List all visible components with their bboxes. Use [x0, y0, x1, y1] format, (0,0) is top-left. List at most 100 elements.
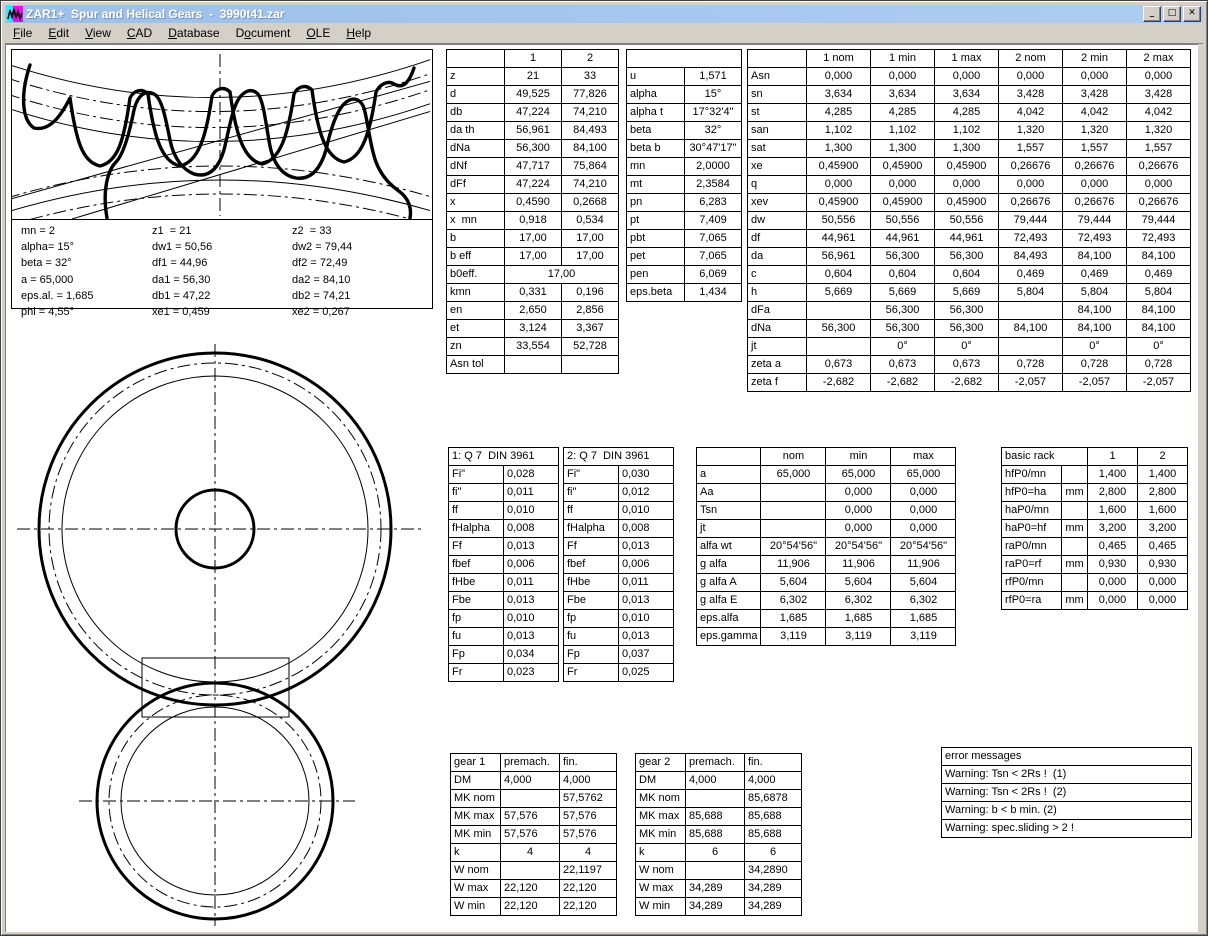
close-button[interactable]: ✕ — [1183, 6, 1201, 22]
tooth-mesh-drawing — [12, 50, 430, 219]
table-cell: 2 — [562, 50, 619, 68]
app-icon[interactable] — [7, 6, 23, 22]
table-cell: c — [748, 266, 807, 284]
table-cell: raP0/mn — [1002, 538, 1062, 556]
table-cell: 0,000 — [891, 502, 956, 520]
table-row: a = 65,000da1 = 56,30da2 = 84,10 — [20, 272, 431, 288]
table-row: phi = 4,55°xe1 = 0,459xe2 = 0,267 — [20, 304, 431, 320]
minimize-button[interactable]: _ — [1143, 6, 1161, 22]
table-cell: W max — [451, 880, 501, 898]
table-cell: Asn tol — [447, 356, 505, 374]
table-cell: 56,300 — [807, 320, 871, 338]
table-cell: mn = 2 — [20, 223, 151, 239]
menu-item-help[interactable]: Help — [338, 24, 379, 42]
table-cell: 0,331 — [505, 284, 562, 302]
table-cell: 0,26676 — [999, 194, 1063, 212]
table-cell: 34,289 — [686, 898, 745, 916]
table-row: W min34,28934,289 — [636, 898, 802, 916]
table-cell: 0,000 — [999, 176, 1063, 194]
title-bar[interactable]: ZAR1+ Spur and Helical Gears - 3990t41.z… — [5, 5, 1203, 23]
table-cell: 2,800 — [1088, 484, 1138, 502]
table-cell: 3,634 — [871, 86, 935, 104]
table-cell: MK nom — [636, 790, 686, 808]
table-row: rfP0=ramm0,0000,000 — [1002, 592, 1188, 610]
table-cell: pet — [627, 248, 685, 266]
table-row: Fi"0,030 — [564, 466, 674, 484]
table-cell: 1,685 — [826, 610, 891, 628]
table-cell: -2,682 — [871, 374, 935, 392]
table-cell: 1: Q 7 DIN 3961 — [449, 448, 559, 466]
table-cell: 0,010 — [504, 610, 559, 628]
table-cell — [686, 862, 745, 880]
table-cell: Asn — [748, 68, 807, 86]
table-row: Warning: spec.sliding > 2 ! — [942, 820, 1192, 838]
table-cell: df2 = 72,49 — [291, 255, 431, 271]
table-cell: gear 1 — [451, 754, 501, 772]
menu-item-document[interactable]: Document — [228, 24, 299, 42]
table-cell: 0,000 — [935, 176, 999, 194]
table-cell: basic rack — [1002, 448, 1088, 466]
table-cell: 20°54'56" — [826, 538, 891, 556]
table-cell: W nom — [451, 862, 501, 880]
table-row: h5,6695,6695,6695,8045,8045,804 — [748, 284, 1191, 302]
table-cell: 1,102 — [807, 122, 871, 140]
table-cell — [1062, 538, 1088, 556]
table-row: fHbe0,011 — [449, 574, 559, 592]
table-cell: d — [447, 86, 505, 104]
geometry-table: u1,571alpha15°alpha t17°32'4"beta32°beta… — [626, 49, 742, 302]
table-cell: 0,45900 — [871, 158, 935, 176]
table-cell: 0° — [1063, 338, 1127, 356]
table-row: k44 — [451, 844, 617, 862]
table-cell: 0,028 — [504, 466, 559, 484]
table-cell: 1,685 — [891, 610, 956, 628]
menu-item-database[interactable]: Database — [160, 24, 227, 42]
table-cell: 1 nom — [807, 50, 871, 68]
menu-item-file[interactable]: File — [5, 24, 40, 42]
table-row: sat1,3001,3001,3001,5571,5571,557 — [748, 140, 1191, 158]
table-cell: 79,444 — [1127, 212, 1191, 230]
table-cell: Warning: spec.sliding > 2 ! — [942, 820, 1192, 838]
table-row: MK nom 85,6878 — [636, 790, 802, 808]
table-row: Fbe0,013 — [449, 592, 559, 610]
maximize-button[interactable]: □ — [1163, 6, 1181, 22]
table-row: Fp0,037 — [564, 646, 674, 664]
menu-bar: FileEditViewCADDatabaseDocumentOLEHelp — [5, 23, 1203, 44]
table-cell: 85,6878 — [745, 790, 802, 808]
table-row: raP0=rfmm0,9300,930 — [1002, 556, 1188, 574]
basic-rack-table: basic rack12hfP0/mn1,4001,400hfP0=hamm2,… — [1001, 447, 1188, 610]
table-cell: 0,728 — [1127, 356, 1191, 374]
menu-item-view[interactable]: View — [77, 24, 119, 42]
table-cell: DM — [636, 772, 686, 790]
table-cell: z1 = 21 — [151, 223, 291, 239]
table-cell: 2 nom — [999, 50, 1063, 68]
table-row: Tsn0,0000,000 — [697, 502, 956, 520]
table-cell: phi = 4,55° — [20, 304, 151, 320]
menu-item-ole[interactable]: OLE — [298, 24, 338, 42]
table-cell: mt — [627, 176, 685, 194]
table-cell: 5,604 — [891, 574, 956, 592]
table-cell: 1,300 — [871, 140, 935, 158]
table-cell: 1,320 — [999, 122, 1063, 140]
table-cell: MK max — [451, 808, 501, 826]
menu-item-edit[interactable]: Edit — [40, 24, 77, 42]
table-row: fu0,013 — [449, 628, 559, 646]
table-cell: 5,669 — [807, 284, 871, 302]
table-cell: 0,000 — [1138, 592, 1188, 610]
table-cell: Warning: Tsn < 2Rs ! (2) — [942, 784, 1192, 802]
table-cell: pen — [627, 266, 685, 284]
table-row: zn33,55452,728 — [447, 338, 619, 356]
table-cell: 0,037 — [619, 646, 674, 664]
table-cell: a = 65,000 — [20, 272, 151, 288]
table-cell: 44,961 — [935, 230, 999, 248]
table-cell: fbef — [564, 556, 619, 574]
table-cell: st — [748, 104, 807, 122]
menu-item-cad[interactable]: CAD — [119, 24, 160, 42]
table-cell: 2 min — [1063, 50, 1127, 68]
table-cell: 6 — [745, 844, 802, 862]
table-cell: 7,065 — [685, 230, 742, 248]
table-cell — [761, 502, 826, 520]
table-cell: 1,400 — [1138, 466, 1188, 484]
table-cell: 1 — [1088, 448, 1138, 466]
table-cell: 50,556 — [871, 212, 935, 230]
table-cell: 52,728 — [562, 338, 619, 356]
